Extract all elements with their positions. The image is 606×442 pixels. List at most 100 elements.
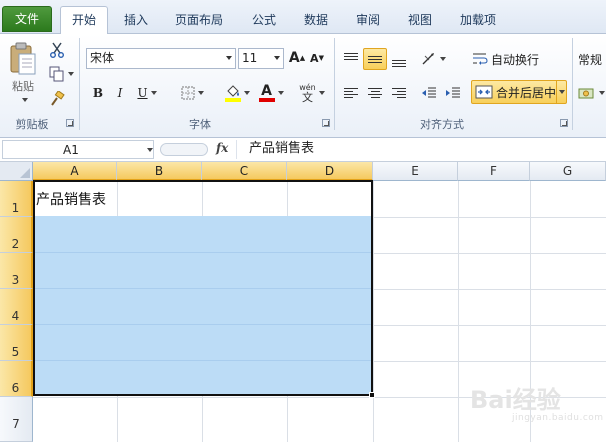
orientation-dropdown-icon bbox=[439, 57, 446, 61]
wrap-text-icon bbox=[473, 53, 488, 65]
decrease-indent-button[interactable] bbox=[418, 82, 440, 104]
underline-button[interactable]: U bbox=[132, 82, 162, 104]
number-format-combo[interactable]: 常规 bbox=[578, 48, 606, 70]
merge-center-icon bbox=[475, 85, 493, 99]
phonetic-button[interactable]: wén 文 bbox=[296, 80, 328, 106]
col-header-a[interactable]: A bbox=[33, 162, 117, 181]
font-size-combo[interactable]: 11 bbox=[238, 48, 284, 69]
align-top-button[interactable] bbox=[340, 48, 362, 70]
merge-center-button[interactable]: 合并后居中 bbox=[471, 80, 567, 104]
paste-button[interactable]: 粘贴 bbox=[6, 38, 40, 106]
grow-font-button[interactable]: A ▲ bbox=[288, 48, 306, 68]
borders-button[interactable] bbox=[176, 82, 208, 104]
align-right-icon bbox=[392, 88, 406, 98]
formula-bar-resize-handle[interactable] bbox=[160, 143, 208, 156]
orientation-button[interactable] bbox=[418, 48, 448, 70]
col-header-b[interactable]: B bbox=[117, 162, 202, 181]
tab-addins[interactable]: 加载项 bbox=[450, 8, 506, 34]
insert-function-button[interactable]: fx bbox=[216, 141, 228, 155]
paint-bucket-icon bbox=[226, 84, 239, 97]
ribbon-tab-bar: 文件 开始 插入 页面布局 公式 数据 审阅 视图 加载项 bbox=[0, 0, 606, 35]
chevron-down-icon bbox=[226, 56, 232, 60]
merge-center-label: 合并后居中 bbox=[496, 85, 557, 100]
name-box-value: A1 bbox=[63, 143, 79, 157]
paintbrush-icon bbox=[51, 91, 65, 106]
underline-label: U bbox=[137, 86, 148, 100]
formula-input[interactable]: 产品销售表 bbox=[236, 140, 604, 159]
align-right-button[interactable] bbox=[388, 82, 410, 104]
font-launcher-icon[interactable] bbox=[322, 119, 330, 127]
tab-file[interactable]: 文件 bbox=[2, 6, 52, 32]
chevron-down-icon bbox=[274, 56, 280, 60]
copy-button[interactable] bbox=[46, 64, 76, 84]
paste-dropdown-icon[interactable] bbox=[21, 98, 28, 102]
merge-dropdown-button[interactable] bbox=[556, 81, 566, 103]
increase-indent-button[interactable] bbox=[442, 82, 464, 104]
ribbon-home: 粘贴 剪贴板 宋体 11 A ▲ A ▼ B I U A wén 文 字体 自动… bbox=[0, 34, 606, 138]
underline-dropdown-icon bbox=[150, 91, 157, 95]
align-bottom-button[interactable] bbox=[388, 48, 410, 70]
tab-review[interactable]: 审阅 bbox=[346, 8, 390, 34]
alignment-launcher-icon[interactable] bbox=[560, 119, 568, 127]
bold-button[interactable]: B bbox=[88, 82, 108, 104]
align-left-icon bbox=[344, 88, 358, 98]
align-center-icon bbox=[368, 88, 382, 98]
format-painter-button[interactable] bbox=[46, 89, 68, 109]
col-header-d[interactable]: D bbox=[287, 162, 373, 181]
name-box[interactable]: A1 bbox=[2, 140, 154, 159]
col-header-e[interactable]: E bbox=[373, 162, 458, 181]
row-header-3[interactable]: 3 bbox=[0, 253, 33, 289]
tab-formulas[interactable]: 公式 bbox=[242, 8, 286, 34]
chevron-down-icon bbox=[558, 90, 565, 94]
select-all-corner[interactable] bbox=[0, 162, 33, 181]
number-format-value: 常规 bbox=[578, 52, 603, 67]
tab-page-layout[interactable]: 页面布局 bbox=[166, 8, 232, 34]
col-header-g[interactable]: G bbox=[530, 162, 606, 181]
accounting-format-button[interactable] bbox=[578, 82, 606, 104]
col-header-c[interactable]: C bbox=[202, 162, 287, 181]
row-header-7[interactable]: 7 bbox=[0, 397, 33, 442]
row-header-1[interactable]: 1 bbox=[0, 181, 33, 217]
tab-insert[interactable]: 插入 bbox=[114, 8, 158, 34]
copy-icon bbox=[49, 66, 63, 82]
copy-dropdown-icon bbox=[67, 72, 74, 76]
align-left-button[interactable] bbox=[340, 82, 362, 104]
align-center-button[interactable] bbox=[364, 82, 386, 104]
paste-icon bbox=[10, 42, 36, 75]
cell-a1[interactable]: 产品销售表 bbox=[36, 189, 106, 209]
clipboard-group-label: 剪贴板 bbox=[15, 118, 49, 131]
align-bottom-icon bbox=[392, 59, 406, 67]
fill-handle[interactable] bbox=[369, 392, 375, 398]
align-middle-icon bbox=[368, 55, 382, 63]
tab-home[interactable]: 开始 bbox=[60, 6, 108, 35]
watermark-sub: jingyan.baidu.com bbox=[512, 413, 604, 423]
clipboard-launcher-icon[interactable] bbox=[66, 119, 74, 127]
fill-color-button[interactable] bbox=[220, 80, 254, 106]
gridline bbox=[458, 181, 459, 442]
align-middle-button[interactable] bbox=[363, 48, 387, 70]
tab-view[interactable]: 视图 bbox=[398, 8, 442, 34]
increase-indent-icon bbox=[446, 87, 460, 98]
watermark-text: Bai经验 bbox=[470, 386, 561, 414]
accounting-icon bbox=[578, 88, 594, 99]
italic-button[interactable]: I bbox=[110, 82, 130, 104]
chevron-down-icon[interactable] bbox=[147, 148, 153, 152]
font-name-value: 宋体 bbox=[90, 51, 115, 65]
watermark: Bai经验 jingyan.baidu.com bbox=[470, 380, 603, 430]
row-header-4[interactable]: 4 bbox=[0, 289, 33, 325]
shrink-font-button[interactable]: A ▼ bbox=[308, 48, 326, 68]
wrap-text-button[interactable]: 自动换行 bbox=[472, 48, 556, 70]
cut-button[interactable] bbox=[46, 40, 68, 60]
font-name-combo[interactable]: 宋体 bbox=[86, 48, 236, 69]
row-header-6[interactable]: 6 bbox=[0, 361, 33, 397]
font-color-label: A bbox=[261, 82, 272, 99]
col-header-f[interactable]: F bbox=[458, 162, 530, 181]
font-size-value: 11 bbox=[242, 51, 258, 65]
grow-font-label: A bbox=[288, 50, 300, 66]
group-divider bbox=[334, 38, 335, 130]
row-header-5[interactable]: 5 bbox=[0, 325, 33, 361]
fill-color-swatch bbox=[224, 97, 241, 102]
tab-data[interactable]: 数据 bbox=[294, 8, 338, 34]
font-color-button[interactable]: A bbox=[256, 80, 286, 106]
row-header-2[interactable]: 2 bbox=[0, 217, 33, 253]
